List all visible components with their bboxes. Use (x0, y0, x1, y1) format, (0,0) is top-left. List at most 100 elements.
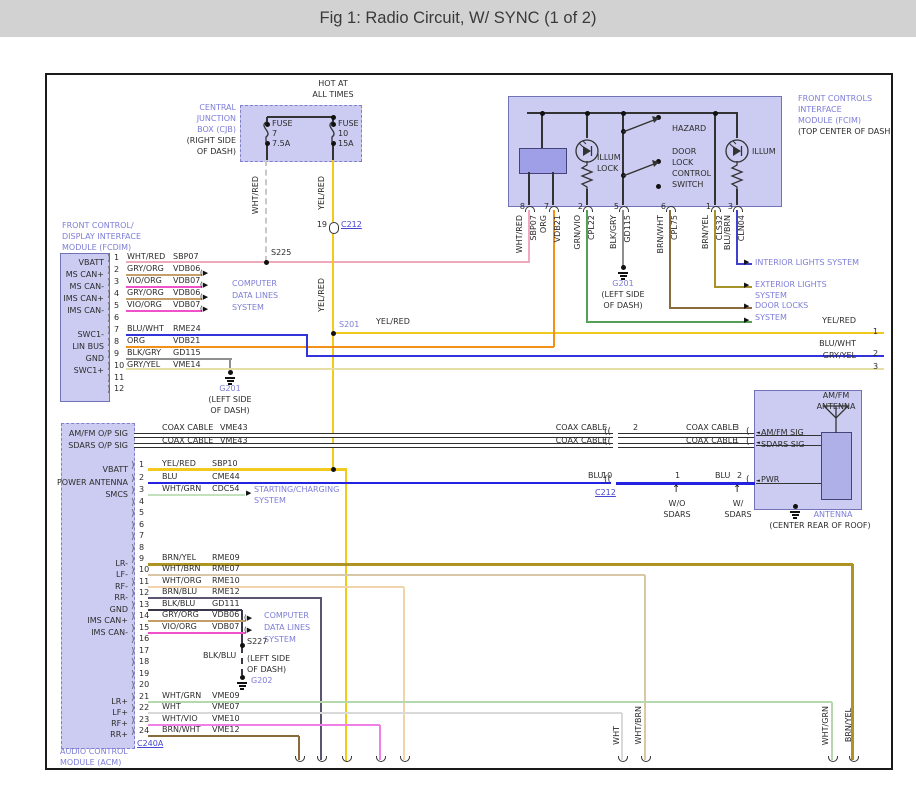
ground-location: OF DASH) (247, 666, 286, 674)
pin-number: 12 (139, 589, 149, 597)
pin-name: MS CAN+ (66, 271, 104, 279)
circuit-label: CPL22 (588, 215, 596, 240)
wht-red-fuse7-wire (265, 160, 267, 262)
wire-label: WHT/RED (127, 253, 165, 261)
connector-link[interactable]: C240A (137, 740, 163, 748)
pin-number: 22 (139, 704, 149, 712)
circuit-label: RME12 (212, 588, 240, 596)
splice-label: S227 (247, 638, 267, 646)
arrow-icon: ▶ (246, 490, 251, 497)
wire-label: COAX CABLE (162, 437, 213, 445)
wiring-diagram: HOT ATALL TIMESCENTRALJUNCTIONBOX (CJB)(… (45, 73, 891, 768)
pin-bracket-icon: ) (107, 375, 111, 384)
carrow-icon: (▶ (200, 270, 208, 277)
wire-label: BRN/YEL (845, 708, 853, 742)
conn-icon: (( (604, 476, 611, 485)
pin-name: IMS CAN- (67, 307, 104, 315)
left-icon: ◄ (756, 441, 760, 446)
hot-at-all-times-label: HOT AT (318, 80, 347, 88)
wire-label: BRN/BLU (162, 588, 197, 596)
circuit-label: VME10 (212, 715, 240, 723)
junction-dot (331, 467, 336, 472)
junction-dot (713, 111, 718, 116)
wire-label: GRY/YEL (823, 352, 856, 360)
connector-icon (583, 206, 593, 212)
wire-label: GRY/YEL (127, 361, 160, 369)
pin-name: GND (86, 355, 104, 363)
pin-number: 18 (139, 658, 149, 666)
ground-icon (793, 517, 797, 519)
wire-label: WHT/RED (252, 176, 260, 214)
left-icon: ◄ (756, 431, 760, 436)
cjb-location: OF DASH) (197, 148, 236, 156)
wire-label: YEL/RED (162, 460, 196, 468)
connector-icon (711, 206, 721, 212)
fuse10-rating: 15A (338, 140, 354, 148)
wire-label: COAX CABLE (556, 424, 607, 432)
pin-name: LR- (115, 560, 128, 568)
pin-name: AM/FM O/P SIG (69, 430, 128, 438)
pin-bracket-icon: ) (131, 533, 135, 542)
connector-icon (329, 222, 339, 228)
pin-name: SDARS SIG (761, 441, 804, 449)
ground-label: G202 (251, 677, 272, 685)
circuit-label: VDB07 (173, 277, 200, 285)
wire-label: WHT/GRN (162, 692, 201, 700)
pin-name: SDARS O/P SIG (68, 442, 128, 450)
pin-number: 2 (873, 350, 878, 358)
fcim-location: (TOP CENTER OF DASH) (798, 128, 891, 136)
antenna-mast (821, 432, 852, 500)
wire-label: BLK/BLU (203, 652, 236, 660)
pin-name: IMS CAN+ (63, 295, 104, 303)
wire-label: WHT (613, 726, 621, 745)
circuit-label: RME10 (212, 577, 240, 585)
wire-label: WHT/RED (516, 215, 524, 253)
ground-location: (LEFT SIDE (601, 291, 644, 299)
option-label: SDARS (724, 511, 751, 519)
pin-number: 1 (139, 461, 144, 469)
connector-link[interactable]: C212 (595, 489, 616, 497)
pin-bracket-icon: ) (107, 267, 111, 276)
circuit-label: SBP07 (530, 215, 538, 241)
pin-bracket-icon: ) (107, 303, 111, 312)
antenna-location: (CENTER REAR OF ROOF) (769, 522, 870, 530)
fuse7-number: 7 (272, 130, 277, 138)
pin-name: LF+ (112, 709, 128, 717)
wire-label: BLU (715, 472, 730, 480)
left-icon: ◄ (756, 479, 760, 484)
option-label: SDARS (663, 511, 690, 519)
wire-label: ORG (127, 337, 145, 345)
circuit-label: VME07 (212, 703, 240, 711)
ground-icon (227, 380, 234, 382)
circuit-label: VDB07 (212, 623, 239, 631)
ground-icon (228, 370, 233, 375)
connector-pin: 2 (737, 472, 742, 480)
wire-label: BLK/GRY (127, 349, 161, 357)
paren-icon: ( (746, 476, 750, 485)
ground-icon (620, 275, 627, 277)
pin-name: GND (110, 606, 128, 614)
pin-number: 10 (139, 566, 149, 574)
fcim-component (519, 148, 567, 174)
ground-label: G201 (219, 385, 240, 393)
pin-number: 6 (139, 521, 144, 529)
wht-grn-wire (148, 701, 832, 703)
system-ref: DOOR LOCKS (755, 302, 808, 310)
yel-red-wire (333, 332, 884, 335)
wire-label: BLU/BRN (724, 215, 732, 250)
circuit-label: SBP10 (212, 460, 238, 468)
blu-wht-wire (126, 334, 308, 336)
connector-icon (329, 228, 339, 234)
title-bar: Fig 1: Radio Circuit, W/ SYNC (1 of 2) (0, 0, 916, 37)
wire-label: GRY/ORG (162, 611, 199, 619)
pin-number: 2 (114, 266, 119, 274)
ground-location: (LEFT SIDE (208, 396, 251, 404)
connector-link[interactable]: C212 (341, 221, 362, 229)
pin-bracket-icon: ) (131, 567, 135, 576)
pin-bracket-icon: ) (107, 255, 111, 264)
pin-number: 21 (139, 693, 149, 701)
illum-label: ILLUM (752, 148, 776, 156)
cjb-label: JUNCTION (197, 115, 236, 123)
system-ref: SYSTEM (232, 304, 264, 312)
pin-bracket-icon: ) (131, 717, 135, 726)
